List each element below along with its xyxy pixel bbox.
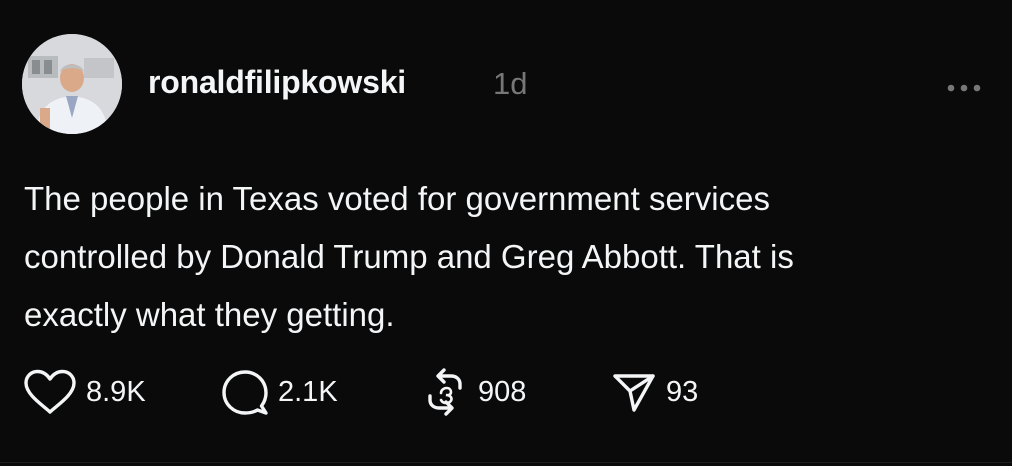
repost-icon <box>420 367 470 417</box>
divider <box>0 462 1012 463</box>
reply-count: 2.1K <box>278 375 338 408</box>
username[interactable]: ronaldfilipkowski <box>148 64 406 101</box>
repost-count: 908 <box>478 375 527 408</box>
post-timestamp: 1d <box>493 66 528 101</box>
reply-button[interactable]: 2.1K <box>220 366 420 418</box>
send-icon <box>610 368 658 416</box>
post-text: The people in Texas voted for government… <box>24 180 794 333</box>
share-count: 93 <box>666 375 699 408</box>
post-card: ronaldfilipkowski 1d The people in Texas… <box>0 0 1012 466</box>
like-count: 8.9K <box>86 375 146 408</box>
action-bar: 8.9K 2.1K 908 93 <box>22 366 730 418</box>
avatar[interactable] <box>22 34 122 134</box>
more-horizontal-icon <box>947 84 981 92</box>
repost-button[interactable]: 908 <box>420 366 610 418</box>
avatar-image <box>22 34 122 134</box>
more-options-button[interactable] <box>942 70 986 106</box>
heart-icon <box>22 368 78 416</box>
comment-bubble-icon <box>220 367 270 417</box>
share-button[interactable]: 93 <box>610 366 730 418</box>
like-button[interactable]: 8.9K <box>22 366 220 418</box>
